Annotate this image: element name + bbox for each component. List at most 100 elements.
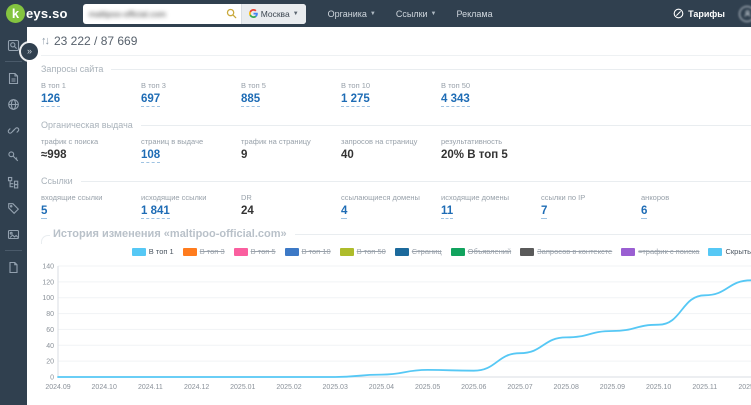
legend-swatch (708, 247, 723, 256)
chevron-down-icon: ▼ (430, 10, 437, 17)
legend-item[interactable]: Скрыть всё (708, 247, 751, 256)
legend-label: В топ 1 (148, 247, 174, 256)
backlinks-icon[interactable] (0, 117, 27, 143)
metric-value[interactable]: 7 (541, 205, 641, 219)
metrics-row: трафик с поиска ≈998 страниц в выдаче 108 тр… (41, 137, 751, 168)
metric-label: В топ 3 (141, 81, 166, 90)
banners-icon[interactable] (0, 221, 27, 247)
legend-swatch (394, 247, 409, 256)
sidebar-divider (5, 250, 22, 251)
legend-item[interactable]: В топ 5 (233, 247, 276, 256)
chart-header-line (294, 234, 751, 235)
search-icon[interactable] (223, 8, 241, 19)
metric-label: трафик на страницу (241, 137, 311, 146)
legend-item[interactable]: Страниц (394, 247, 442, 256)
metric: исходящие домены 11 (441, 193, 541, 219)
legend-swatch (621, 247, 636, 256)
nav-label: Реклама (456, 8, 493, 19)
metric: запросов на страницу 40 (341, 137, 441, 161)
chevron-down-icon: ▼ (292, 10, 299, 17)
svg-text:2024.09: 2024.09 (45, 384, 70, 391)
tariffs-icon (673, 8, 684, 19)
nav-organika[interactable]: Органика ▼ (320, 9, 384, 19)
history-chart: 0 20 40 60 80 100 120 140 2024.09 2024.10 2024.11 2… (42, 264, 751, 391)
svg-text:2024.12: 2024.12 (184, 384, 209, 391)
section-1: Органическая выдача трафик с поиска ≈998 ст… (41, 112, 751, 168)
legend-label: Объявлений (467, 247, 512, 256)
metric: DR 24 (241, 193, 341, 217)
legend-label: В топ 5 (250, 247, 276, 256)
metric-value[interactable]: 5 (41, 205, 141, 219)
svg-text:2025.03: 2025.03 (323, 384, 348, 391)
main-content: ↑↓ 23 222 / 87 669 Запросы сайта В топ 1 1… (27, 27, 751, 405)
svg-text:40: 40 (46, 343, 54, 350)
metric-value[interactable]: 885 (241, 93, 341, 107)
legend-item[interactable]: В топ 10 (284, 247, 331, 256)
metric-value-text: 126 (41, 93, 61, 107)
region-select[interactable]: Москва ▼ (240, 3, 306, 24)
tariffs-button[interactable]: Тарифы (673, 8, 725, 19)
metric-label: исходящие домены (441, 193, 510, 202)
metric-label: исходящие ссылки (141, 193, 207, 202)
profile-icon[interactable] (739, 5, 751, 22)
sort-arrows-icon: ↑↓ (41, 35, 50, 47)
legend-item[interactable]: ≈трафик с поиска (621, 247, 699, 256)
metric-value[interactable]: 1 275 (341, 93, 441, 107)
chart-legend: В топ 1 В топ 3 В топ 5 В топ 10 В топ 50 Стр… (41, 247, 751, 256)
metric-value: ≈998 (41, 149, 141, 161)
sidebar-expand-button[interactable]: » (21, 43, 38, 60)
sidebar (0, 27, 27, 405)
google-icon (248, 9, 258, 18)
keywords-icon[interactable] (0, 143, 27, 169)
metric: ссылающиеся домены 4 (341, 193, 441, 219)
metric-value-text: 6 (641, 205, 648, 219)
metric-value[interactable]: 11 (441, 205, 541, 219)
section-title: Органическая выдача (41, 120, 133, 130)
nav-ssylki[interactable]: Ссылки ▼ (388, 9, 445, 19)
metric-value-text: 5 (41, 205, 48, 219)
metric-label: В топ 5 (241, 81, 266, 90)
legend-swatch (233, 247, 248, 256)
metric-value[interactable]: 697 (141, 93, 241, 107)
metric-value[interactable]: 108 (141, 149, 241, 163)
metric-label: страниц в выдаче (141, 137, 204, 146)
topbar: k eys.so maltipoo-official.com Москва ▼ … (0, 0, 751, 27)
tags-icon[interactable] (0, 195, 27, 221)
metric-label: трафик с поиска (41, 137, 99, 146)
legend-item[interactable]: В топ 1 (131, 247, 174, 256)
metric-value[interactable]: 4 343 (441, 93, 541, 107)
metric-label: В топ 1 (41, 81, 66, 90)
metric-label: результативность (441, 137, 503, 146)
metric-value-text: 108 (141, 149, 161, 163)
legend-item[interactable]: Запросов в контексте (520, 247, 612, 256)
legend-label: В топ 10 (301, 247, 331, 256)
section-divider-line (140, 124, 751, 126)
nav-label: Ссылки (395, 8, 428, 19)
metric: исходящие ссылки 1 841 (141, 193, 241, 219)
svg-text:80: 80 (46, 311, 54, 318)
pages-report-icon[interactable] (0, 65, 27, 91)
metric-value[interactable]: 126 (41, 93, 141, 107)
metric: анкоров 6 (641, 193, 741, 219)
metric-value[interactable]: 4 (341, 205, 441, 219)
metric-value[interactable]: 6 (641, 205, 741, 219)
legend-label: Запросов в контексте (537, 247, 613, 256)
region-label: Москва (260, 8, 290, 19)
section-divider-line (80, 180, 751, 182)
metric-value-text: 1 841 (141, 205, 170, 219)
metric: В топ 1 126 (41, 81, 141, 107)
metric-value[interactable]: 1 841 (141, 205, 241, 219)
legend-item[interactable]: В топ 3 (182, 247, 225, 256)
legend-item[interactable]: В топ 50 (339, 247, 386, 256)
svg-text:2024.10: 2024.10 (92, 384, 117, 391)
search-input[interactable]: maltipoo-official.com (83, 9, 223, 19)
metric: входящие ссылки 5 (41, 193, 141, 219)
metric-value-text: 4 343 (441, 93, 470, 107)
globe-regions-icon[interactable] (0, 91, 27, 117)
keysso-logo[interactable]: k eys.so (6, 4, 68, 23)
metric: В топ 50 4 343 (441, 81, 541, 107)
documents-icon[interactable] (0, 254, 27, 280)
legend-item[interactable]: Объявлений (450, 247, 512, 256)
site-structure-icon[interactable] (0, 169, 27, 195)
nav-reklama[interactable]: Реклама (449, 9, 501, 19)
